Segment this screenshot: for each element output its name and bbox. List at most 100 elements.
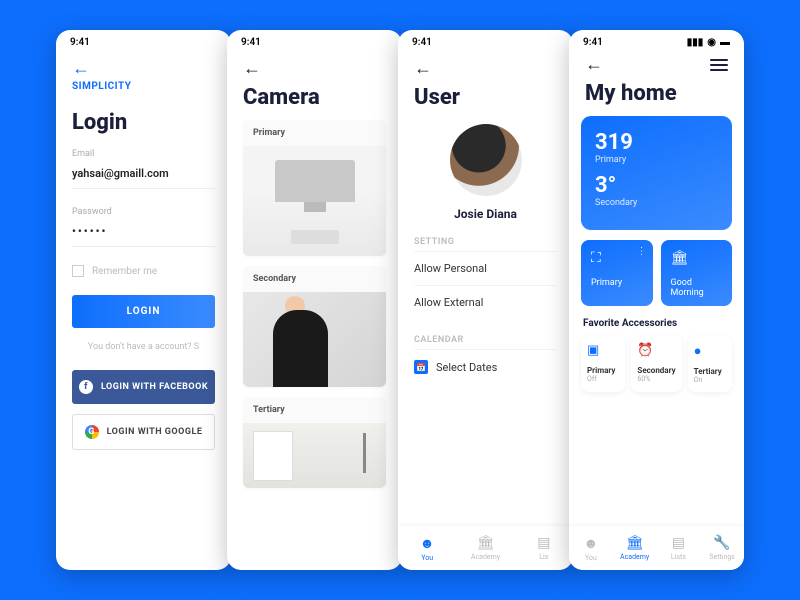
status-bar: 9:41 bbox=[56, 30, 231, 54]
remember-label: Remember me bbox=[92, 266, 157, 277]
status-time: 9:41 bbox=[412, 37, 432, 48]
bottom-tabbar: ☻You 🏛Academy ▤Lists 🔧Settings bbox=[569, 526, 744, 570]
accessory-sub: On bbox=[694, 376, 726, 384]
page-title: User bbox=[414, 85, 557, 110]
tab-academy[interactable]: 🏛Academy bbox=[613, 526, 657, 570]
accessory-title: Tertiary bbox=[694, 367, 726, 376]
select-dates-label: Select Dates bbox=[436, 361, 497, 374]
facebook-login-button[interactable]: f LOGIN WITH FACEBOOK bbox=[72, 370, 215, 404]
accessory-secondary[interactable]: ⏰ Secondary 60% bbox=[631, 335, 681, 392]
summary-value-1: 319 bbox=[595, 130, 718, 155]
person-icon: ● bbox=[694, 343, 726, 359]
tab-you[interactable]: ☻You bbox=[398, 526, 456, 570]
favorites-label: Favorite Accessories bbox=[569, 306, 744, 335]
camera-thumbnail bbox=[243, 146, 386, 256]
back-icon[interactable]: ← bbox=[585, 54, 603, 75]
tab-lists[interactable]: ▤Lists bbox=[657, 526, 701, 570]
remember-checkbox[interactable] bbox=[72, 265, 84, 277]
tab-academy[interactable]: 🏛Academy bbox=[456, 526, 514, 570]
user-icon: ☻ bbox=[420, 535, 435, 552]
bank-icon: 🏛 bbox=[626, 535, 644, 551]
status-bar: 9:41 bbox=[398, 30, 573, 54]
login-screen: 9:41 ← SIMPLICITY Login Email Password •… bbox=[56, 30, 231, 570]
section-calendar-label: CALENDAR bbox=[414, 335, 557, 345]
camera-card-tertiary[interactable]: Tertiary bbox=[243, 397, 386, 488]
camera-label: Tertiary bbox=[243, 397, 386, 423]
facebook-icon: f bbox=[79, 380, 93, 394]
status-time: 9:41 bbox=[241, 37, 261, 48]
status-time: 9:41 bbox=[583, 37, 603, 48]
mini-card-morning[interactable]: 🏛 Good Morning bbox=[661, 240, 733, 306]
accessory-title: Secondary bbox=[637, 366, 675, 375]
camera-card-primary[interactable]: Primary bbox=[243, 120, 386, 256]
mini-card-primary[interactable]: ⋮ ⛶ Primary bbox=[581, 240, 653, 306]
status-indicators: ▮▮▮ ◉ ▬ bbox=[687, 37, 730, 48]
user-name: Josie Diana bbox=[414, 207, 557, 221]
summary-label-2: Secondary bbox=[595, 198, 718, 208]
list-icon: ▤ bbox=[537, 535, 550, 551]
accessory-title: Primary bbox=[587, 366, 619, 375]
signup-hint[interactable]: You don't have a account? S bbox=[72, 342, 215, 352]
user-icon: ☻ bbox=[584, 535, 599, 552]
tab-settings[interactable]: 🔧Settings bbox=[700, 526, 744, 570]
user-screen: 9:41 ← User Josie Diana SETTING Allow Pe… bbox=[398, 30, 573, 570]
page-title: Login bbox=[72, 110, 215, 135]
summary-label-1: Primary bbox=[595, 155, 718, 165]
google-icon: G bbox=[85, 425, 99, 439]
home-screen: 9:41 ▮▮▮ ◉ ▬ ← My home 319 Primary 3° Se… bbox=[569, 30, 744, 570]
google-login-button[interactable]: G LOGIN WITH GOOGLE bbox=[72, 414, 215, 450]
page-title: Camera bbox=[243, 85, 386, 110]
accessory-tertiary[interactable]: ● Tertiary On bbox=[688, 335, 732, 392]
status-time: 9:41 bbox=[70, 37, 90, 48]
page-title: My home bbox=[585, 81, 728, 106]
status-bar: 9:41 ▮▮▮ ◉ ▬ bbox=[569, 30, 744, 54]
more-icon[interactable]: ⋮ bbox=[637, 246, 647, 257]
mini-label: Primary bbox=[591, 278, 622, 288]
camera-card-secondary[interactable]: Secondary bbox=[243, 266, 386, 387]
email-label: Email bbox=[72, 149, 215, 159]
battery-icon: ▬ bbox=[720, 37, 730, 48]
accessory-sub: 60% bbox=[637, 375, 675, 383]
signal-icon: ▮▮▮ bbox=[687, 37, 704, 48]
tab-lists[interactable]: ▤Lis bbox=[515, 526, 573, 570]
back-icon[interactable]: ← bbox=[72, 58, 215, 79]
menu-icon[interactable] bbox=[710, 59, 728, 71]
camera-label: Primary bbox=[243, 120, 386, 146]
clock-icon: ⏰ bbox=[637, 343, 675, 358]
camera-label: Secondary bbox=[243, 266, 386, 292]
fullscreen-icon: ⛶ bbox=[591, 250, 643, 266]
list-icon: ▤ bbox=[672, 535, 685, 551]
back-icon[interactable]: ← bbox=[243, 58, 386, 79]
back-icon[interactable]: ← bbox=[414, 58, 557, 79]
allow-personal-row[interactable]: Allow Personal bbox=[414, 251, 557, 285]
bottom-tabbar: ☻You 🏛Academy ▤Lis bbox=[398, 526, 573, 570]
wrench-icon: 🔧 bbox=[713, 535, 730, 551]
facebook-label: LOGIN WITH FACEBOOK bbox=[101, 382, 208, 392]
email-input[interactable] bbox=[72, 163, 215, 189]
bank-icon: 🏛 bbox=[671, 250, 723, 266]
select-dates-row[interactable]: 📅 Select Dates bbox=[414, 349, 557, 384]
accessory-primary[interactable]: ▣ Primary Off bbox=[581, 335, 625, 392]
wifi-icon: ◉ bbox=[707, 37, 716, 48]
section-setting-label: SETTING bbox=[414, 237, 557, 247]
accessory-sub: Off bbox=[587, 375, 619, 383]
user-avatar[interactable] bbox=[450, 124, 522, 196]
password-label: Password bbox=[72, 207, 215, 217]
calendar-icon: 📅 bbox=[414, 360, 428, 374]
brand-label: SIMPLICITY bbox=[72, 81, 215, 92]
bank-icon: 🏛 bbox=[477, 535, 495, 551]
card-icon: ▣ bbox=[587, 343, 619, 358]
google-label: LOGIN WITH GOOGLE bbox=[107, 427, 203, 437]
camera-thumbnail bbox=[243, 423, 386, 488]
status-bar: 9:41 bbox=[227, 30, 402, 54]
mini-label: Good Morning bbox=[671, 278, 704, 298]
remember-me-row[interactable]: Remember me bbox=[72, 265, 215, 277]
camera-screen: 9:41 ← Camera Primary Secondary Tertiary bbox=[227, 30, 402, 570]
camera-thumbnail bbox=[243, 292, 386, 387]
summary-value-2: 3° bbox=[595, 173, 718, 198]
password-input[interactable]: •••••• bbox=[72, 221, 215, 247]
login-button[interactable]: LOGIN bbox=[72, 295, 215, 328]
allow-external-row[interactable]: Allow External bbox=[414, 285, 557, 319]
tab-you[interactable]: ☻You bbox=[569, 526, 613, 570]
summary-card[interactable]: 319 Primary 3° Secondary bbox=[581, 116, 732, 230]
